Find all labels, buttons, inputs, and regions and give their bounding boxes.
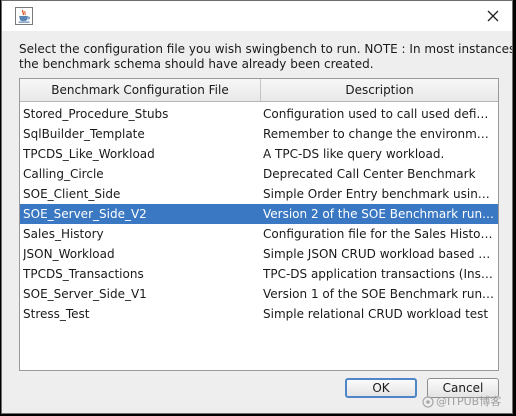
ok-button[interactable]: OK: [345, 378, 417, 398]
table-row[interactable]: Stored_Procedure_Stubs Configuration use…: [20, 104, 498, 124]
config-name-cell: SqlBuilder_Template: [23, 127, 145, 141]
column-header-config-file[interactable]: Benchmark Configuration File: [20, 79, 261, 101]
close-icon: [487, 10, 499, 22]
description-cell: Configuration used to call used define..…: [263, 107, 495, 121]
table-row[interactable]: SOE_Server_Side_V1 Version 1 of the SOE …: [20, 284, 498, 304]
description-cell: TPC-DS application transactions (Inser..…: [263, 267, 495, 281]
description-cell: A TPC-DS like query workload.: [263, 147, 445, 161]
description-cell: Version 1 of the SOE Benchmark runni...: [263, 287, 495, 301]
config-name-cell: Calling_Circle: [23, 167, 104, 181]
description-cell: Remember to change the environment...: [263, 127, 495, 141]
table-row[interactable]: TPCDS_Transactions TPC-DS application tr…: [20, 264, 498, 284]
config-name-cell: SOE_Server_Side_V2: [23, 207, 147, 221]
config-name-cell: SOE_Server_Side_V1: [23, 287, 147, 301]
instruction-text: Select the configuration file you wish s…: [19, 42, 513, 72]
description-cell: Simple relational CRUD workload test: [263, 307, 489, 321]
table-row[interactable]: Sales_History Configuration file for the…: [20, 224, 498, 244]
java-cup-icon: [15, 7, 33, 25]
benchmark-config-table: Benchmark Configuration File Description…: [19, 78, 499, 371]
table-row-selected[interactable]: SOE_Server_Side_V2 Version 2 of the SOE …: [20, 204, 498, 224]
description-cell: Version 2 of the SOE Benchmark runni...: [263, 207, 495, 221]
watermark-text: @ITPUB博客: [436, 395, 502, 408]
instruction-line-2: the benchmark schema should have already…: [19, 57, 374, 71]
table-row[interactable]: SOE_Client_Side Simple Order Entry bench…: [20, 184, 498, 204]
config-name-cell: Stored_Procedure_Stubs: [23, 107, 169, 121]
table-row[interactable]: JSON_Workload Simple JSON CRUD workload …: [20, 244, 498, 264]
watermark: @ITPUB博客: [422, 393, 501, 411]
table-row[interactable]: Calling_Circle Deprecated Call Center Be…: [20, 164, 498, 184]
table-row[interactable]: SqlBuilder_Template Remember to change t…: [20, 124, 498, 144]
config-name-cell: TPCDS_Transactions: [23, 267, 144, 281]
table-row[interactable]: Stress_Test Simple relational CRUD workl…: [20, 304, 498, 324]
column-header-description[interactable]: Description: [261, 79, 498, 101]
table-row[interactable]: TPCDS_Like_Workload A TPC-DS like query …: [20, 144, 498, 164]
description-cell: Simple JSON CRUD workload based o...: [263, 247, 495, 261]
config-name-cell: SOE_Client_Side: [23, 187, 121, 201]
close-button[interactable]: [480, 4, 506, 28]
config-name-cell: Stress_Test: [23, 307, 90, 321]
config-name-cell: JSON_Workload: [23, 247, 115, 261]
config-name-cell: TPCDS_Like_Workload: [23, 147, 155, 161]
table-body: Stored_Procedure_Stubs Configuration use…: [20, 104, 498, 324]
description-cell: Deprecated Call Center Benchmark: [263, 167, 476, 181]
dialog-window: Select the configuration file you wish s…: [1, 0, 513, 414]
description-cell: Configuration file for the Sales History…: [263, 227, 495, 241]
config-name-cell: Sales_History: [23, 227, 104, 241]
watermark-logo-icon: [422, 396, 434, 408]
title-bar: [2, 1, 512, 31]
table-header: Benchmark Configuration File Description: [20, 79, 498, 102]
instruction-line-1: Select the configuration file you wish s…: [19, 42, 513, 56]
description-cell: Simple Order Entry benchmark using ...: [263, 187, 495, 201]
